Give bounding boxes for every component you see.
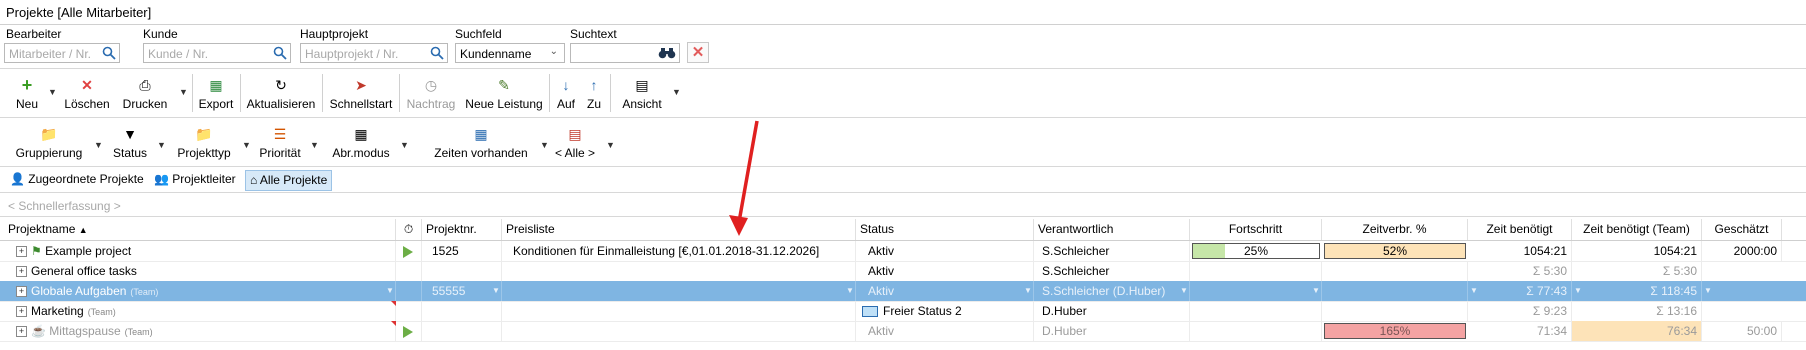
annotation-arrow: [729, 120, 759, 236]
